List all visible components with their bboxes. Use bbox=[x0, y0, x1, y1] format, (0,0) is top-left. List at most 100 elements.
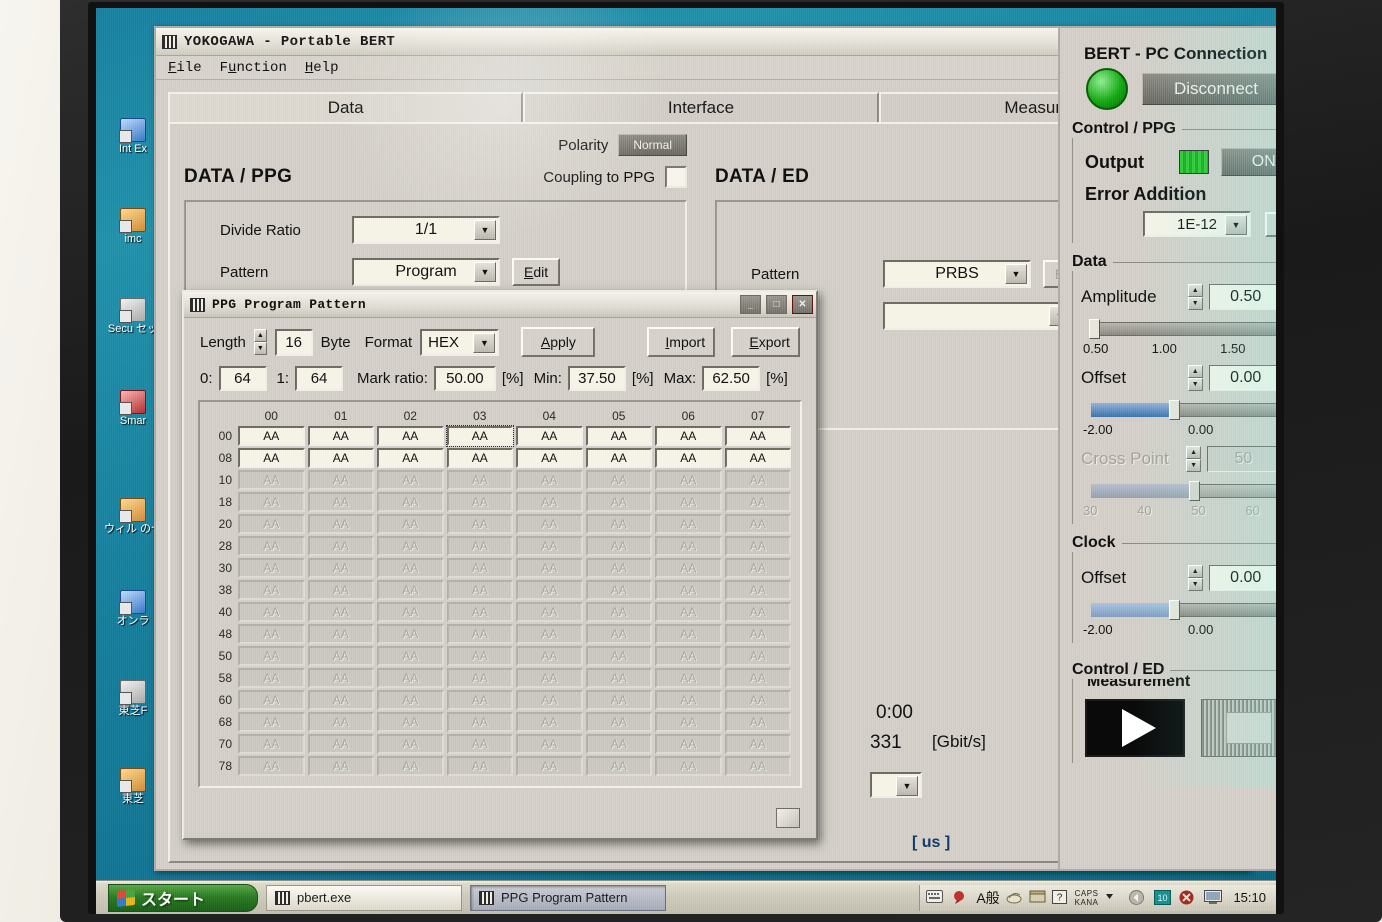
grid-cell: AA bbox=[516, 624, 583, 644]
grid-cell: AA bbox=[446, 492, 513, 512]
chevron-down-icon[interactable]: ▼ bbox=[474, 220, 496, 240]
grid-cell[interactable]: AA bbox=[307, 448, 374, 468]
apply-button[interactable]: Apply bbox=[521, 327, 596, 357]
amplitude-stepper[interactable]: ▲ ▼ bbox=[1187, 284, 1203, 310]
ppg-dialog-title: PPG Program Pattern bbox=[212, 297, 366, 312]
grid-row-header: 48 bbox=[218, 627, 232, 641]
grid-cell[interactable]: AA bbox=[445, 425, 514, 447]
grid-cell: AA bbox=[655, 734, 722, 754]
error-rate-combo[interactable]: 1E-12 ▼ bbox=[1143, 211, 1251, 237]
disconnect-button[interactable]: Disconnect bbox=[1142, 73, 1276, 105]
tray-expand-chevron-icon[interactable] bbox=[1129, 890, 1146, 905]
ppg-edit-button[interactable]: Edit bbox=[512, 258, 561, 286]
chevron-down-icon[interactable]: ▼ bbox=[1005, 264, 1027, 284]
grid-cell[interactable]: AA bbox=[655, 426, 722, 446]
grid-cell: AA bbox=[724, 712, 791, 732]
network-10-icon[interactable]: 10 bbox=[1154, 890, 1172, 905]
data-offset-slider[interactable] bbox=[1081, 400, 1276, 420]
length-stepper[interactable]: ▲ ▼ bbox=[253, 329, 267, 355]
resize-grip[interactable] bbox=[776, 808, 800, 828]
zeros-value: 64 bbox=[218, 366, 267, 391]
ime-pad-icon[interactable] bbox=[1006, 890, 1023, 905]
ime-toolbar[interactable]: A般 ? CAPS KANA bbox=[976, 888, 1121, 908]
error-addition-on-button[interactable]: ON bbox=[1265, 211, 1276, 237]
display-icon[interactable] bbox=[1204, 890, 1223, 905]
import-button[interactable]: Import bbox=[647, 327, 716, 357]
menu-function[interactable]: Function bbox=[220, 60, 287, 76]
grid-cell: AA bbox=[516, 536, 583, 556]
output-onoff-button[interactable]: ON/OFF bbox=[1221, 148, 1276, 176]
ppg-dialog-footer bbox=[776, 808, 800, 828]
ppg-dialog-titlebar[interactable]: PPG Program Pattern _ □ ✕ bbox=[184, 292, 816, 318]
ppg-pattern-combo[interactable]: Program ▼ bbox=[352, 258, 500, 286]
grid-cell[interactable]: AA bbox=[238, 426, 305, 446]
clock-group: Clock Offset ▲▼ 0.00 [ V ] -2.00 bbox=[1072, 534, 1276, 643]
grid-cell: AA bbox=[307, 470, 374, 490]
ed-pattern-combo[interactable]: PRBS ▼ bbox=[883, 260, 1031, 288]
grid-column-header: 03 bbox=[473, 409, 487, 423]
imc-icon bbox=[119, 208, 146, 233]
divide-ratio-combo[interactable]: 1/1 ▼ bbox=[352, 216, 500, 244]
start-measurement-button[interactable] bbox=[1085, 699, 1185, 757]
ime-help-icon[interactable]: ? bbox=[1051, 890, 1069, 905]
menu-help[interactable]: Help bbox=[305, 60, 339, 76]
grid-cell[interactable]: AA bbox=[585, 448, 652, 468]
chevron-down-icon[interactable]: ▼ bbox=[473, 332, 496, 353]
clock-offset-slider[interactable] bbox=[1081, 600, 1276, 620]
data-offset-value[interactable]: 0.00 bbox=[1208, 365, 1276, 391]
ime-options-chevron-icon[interactable] bbox=[1104, 890, 1121, 905]
keyboard-icon[interactable] bbox=[926, 890, 944, 905]
clock-offset-stepper[interactable]: ▲ ▼ bbox=[1187, 565, 1203, 591]
grid-cell[interactable]: AA bbox=[724, 426, 791, 446]
grid-cell[interactable]: AA bbox=[724, 448, 791, 468]
ppg-maximize-button[interactable]: □ bbox=[766, 295, 787, 314]
start-button[interactable]: スタート bbox=[108, 883, 258, 912]
max-unit: [%] bbox=[766, 370, 788, 387]
export-button[interactable]: Export bbox=[731, 327, 800, 357]
sound-icon[interactable] bbox=[951, 890, 968, 905]
taskbar-item-ppg-program-pattern[interactable]: PPG Program Pattern bbox=[470, 884, 666, 911]
grid-cell[interactable]: AA bbox=[655, 448, 722, 468]
ppg-polarity-label: Polarity bbox=[558, 136, 609, 154]
grid-cell[interactable]: AA bbox=[446, 448, 513, 468]
ppg-polarity-button[interactable]: Normal bbox=[618, 134, 687, 156]
grid-cell[interactable]: AA bbox=[516, 448, 583, 468]
grid-cell[interactable]: AA bbox=[307, 426, 374, 446]
taskbar-item-label: PPG Program Pattern bbox=[501, 890, 628, 905]
amplitude-slider[interactable] bbox=[1081, 319, 1276, 339]
taskbar-clock[interactable]: 15:10 bbox=[1233, 890, 1266, 905]
format-combo[interactable]: HEX ▼ bbox=[420, 328, 500, 356]
grid-cell[interactable]: AA bbox=[516, 426, 583, 446]
grid-cell[interactable]: AA bbox=[585, 426, 652, 446]
grid-cell: AA bbox=[585, 624, 652, 644]
length-value[interactable]: 16 bbox=[274, 328, 313, 356]
data-offset-stepper[interactable]: ▲ ▼ bbox=[1187, 365, 1203, 391]
desktop-icon-label: オンラ bbox=[116, 615, 150, 627]
ime-mode-label[interactable]: A般 bbox=[976, 888, 999, 908]
grid-cell[interactable]: AA bbox=[377, 426, 444, 446]
menu-file[interactable]: File bbox=[168, 60, 202, 76]
ime-dictionary-icon[interactable] bbox=[1029, 890, 1046, 905]
antivirus-alert-icon[interactable] bbox=[1179, 890, 1196, 905]
chevron-down-icon[interactable]: ▼ bbox=[474, 262, 496, 282]
grid-cell[interactable]: AA bbox=[238, 448, 305, 468]
grid-cell[interactable]: AA bbox=[377, 448, 444, 468]
grid-cell: AA bbox=[377, 558, 444, 578]
tab-data[interactable]: Data bbox=[168, 92, 524, 122]
amplitude-value[interactable]: 0.50 bbox=[1208, 284, 1276, 310]
grid-cell: AA bbox=[307, 734, 374, 754]
taskbar-item-pbert[interactable]: pbert.exe bbox=[266, 884, 462, 911]
grid-row-header: 18 bbox=[218, 495, 232, 509]
chevron-down-icon[interactable]: ▼ bbox=[1225, 215, 1247, 235]
ppg-minimize-button[interactable]: _ bbox=[740, 295, 761, 314]
grid-row: 18 AA AA AA AA AA AA AA AA bbox=[209, 492, 791, 512]
measurement-combo[interactable]: ▼ bbox=[870, 772, 922, 798]
grid-cell: AA bbox=[724, 580, 791, 600]
grid-corner bbox=[209, 408, 235, 424]
ppg-coupling-checkbox[interactable] bbox=[665, 166, 687, 188]
ed-secondary-combo[interactable]: ▼ bbox=[883, 302, 1075, 330]
clock-offset-value[interactable]: 0.00 bbox=[1208, 565, 1276, 591]
chevron-down-icon[interactable]: ▼ bbox=[896, 776, 918, 796]
tab-interface[interactable]: Interface bbox=[523, 92, 879, 122]
ppg-close-button[interactable]: ✕ bbox=[792, 295, 813, 314]
